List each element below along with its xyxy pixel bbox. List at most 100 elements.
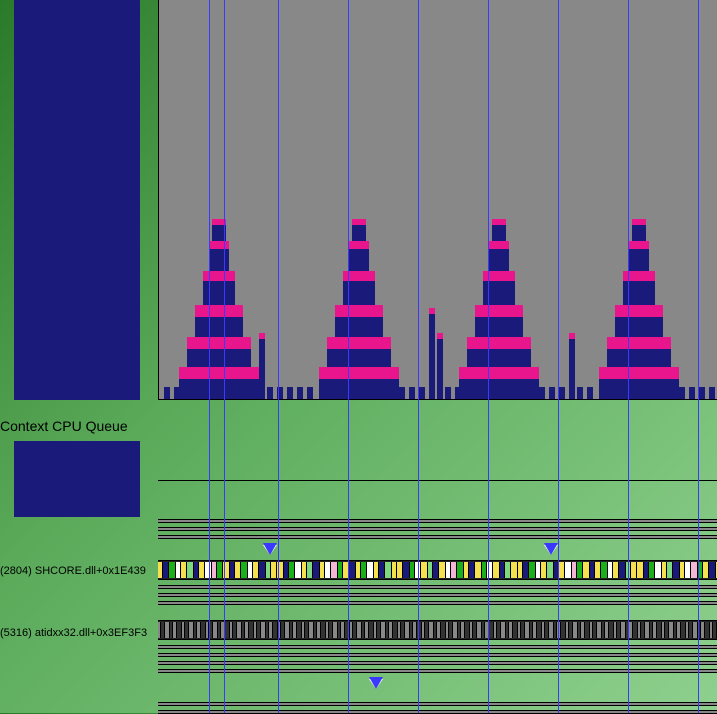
flame-bar-small[interactable] bbox=[539, 387, 545, 399]
segment[interactable] bbox=[295, 562, 302, 578]
thin-track[interactable] bbox=[158, 519, 717, 523]
thin-track[interactable] bbox=[158, 661, 717, 665]
flame-bar[interactable] bbox=[343, 271, 375, 281]
segment[interactable] bbox=[223, 562, 230, 578]
flame-bar[interactable] bbox=[327, 337, 391, 349]
segment[interactable] bbox=[475, 562, 482, 578]
flame-bar[interactable] bbox=[335, 317, 383, 337]
flame-bar-small[interactable] bbox=[559, 387, 565, 399]
flame-bar[interactable] bbox=[623, 281, 655, 305]
flame-bar[interactable] bbox=[343, 281, 375, 305]
flame-bar[interactable] bbox=[492, 225, 506, 241]
flame-bar[interactable] bbox=[483, 271, 515, 281]
flame-bar-small[interactable] bbox=[689, 387, 695, 399]
flame-bar-cap[interactable] bbox=[437, 333, 443, 339]
thread-track-1[interactable] bbox=[158, 560, 717, 580]
flame-bar[interactable] bbox=[607, 349, 671, 367]
flame-bar[interactable] bbox=[319, 367, 399, 379]
thin-track[interactable] bbox=[158, 593, 717, 597]
flame-bar[interactable] bbox=[632, 225, 646, 241]
thin-track[interactable] bbox=[158, 702, 717, 706]
segment[interactable] bbox=[205, 562, 212, 578]
flame-bar[interactable] bbox=[629, 241, 649, 249]
flame-bar[interactable] bbox=[327, 349, 391, 367]
flame-bar[interactable] bbox=[475, 317, 523, 337]
flame-bar[interactable] bbox=[467, 349, 531, 367]
segment[interactable] bbox=[511, 562, 518, 578]
flame-bar[interactable] bbox=[203, 281, 235, 305]
flame-bar[interactable] bbox=[459, 367, 539, 379]
thread-track-2[interactable] bbox=[158, 620, 717, 640]
flame-bar[interactable] bbox=[489, 241, 509, 249]
flame-bar[interactable] bbox=[195, 305, 243, 317]
thin-track[interactable] bbox=[158, 645, 717, 649]
segment[interactable] bbox=[367, 562, 374, 578]
flame-bar-small[interactable] bbox=[569, 339, 575, 399]
flame-bar[interactable] bbox=[203, 271, 235, 281]
flame-bar[interactable] bbox=[335, 305, 383, 317]
flame-bar[interactable] bbox=[615, 305, 663, 317]
flame-bar-small[interactable] bbox=[437, 339, 443, 399]
flame-bar[interactable] bbox=[629, 249, 649, 271]
flame-bar[interactable] bbox=[599, 379, 679, 399]
flame-bar[interactable] bbox=[319, 379, 399, 399]
segment[interactable] bbox=[457, 562, 464, 578]
flame-bar[interactable] bbox=[187, 337, 251, 349]
flame-bar[interactable] bbox=[187, 349, 251, 367]
flame-bar-small[interactable] bbox=[455, 387, 461, 399]
flame-bar[interactable] bbox=[179, 367, 259, 379]
segment[interactable] bbox=[331, 562, 338, 578]
segment[interactable] bbox=[691, 562, 698, 578]
segment[interactable] bbox=[655, 562, 662, 578]
flame-bar[interactable] bbox=[615, 317, 663, 337]
flame-bar[interactable] bbox=[467, 337, 531, 349]
flame-bar[interactable] bbox=[459, 379, 539, 399]
flame-bar-small[interactable] bbox=[174, 387, 180, 399]
flame-bar-small[interactable] bbox=[429, 314, 435, 399]
flame-bar[interactable] bbox=[212, 219, 226, 225]
segment[interactable] bbox=[259, 562, 266, 578]
flame-bar[interactable] bbox=[349, 249, 369, 271]
thin-track[interactable] bbox=[158, 710, 717, 714]
flame-bar[interactable] bbox=[349, 241, 369, 249]
flame-bar[interactable] bbox=[195, 317, 243, 337]
flame-bar[interactable] bbox=[489, 249, 509, 271]
time-marker-icon[interactable] bbox=[544, 545, 558, 555]
flame-bar[interactable] bbox=[352, 219, 366, 225]
segment[interactable] bbox=[187, 562, 194, 578]
thin-track[interactable] bbox=[158, 527, 717, 531]
segment[interactable] bbox=[637, 562, 644, 578]
segment[interactable] bbox=[583, 562, 590, 578]
segment[interactable] bbox=[601, 562, 608, 578]
segment[interactable] bbox=[385, 562, 392, 578]
segment[interactable] bbox=[673, 562, 680, 578]
segment[interactable] bbox=[713, 622, 717, 638]
segment[interactable] bbox=[619, 562, 626, 578]
flame-bar-small[interactable] bbox=[399, 387, 405, 399]
segment[interactable] bbox=[439, 562, 446, 578]
time-marker-icon[interactable] bbox=[263, 545, 277, 555]
segment[interactable] bbox=[169, 562, 176, 578]
time-marker-icon[interactable] bbox=[369, 679, 383, 689]
segment[interactable] bbox=[277, 562, 284, 578]
flame-bar[interactable] bbox=[492, 219, 506, 225]
flame-bar-small[interactable] bbox=[577, 387, 583, 399]
flame-bar[interactable] bbox=[483, 281, 515, 305]
segment[interactable] bbox=[547, 562, 554, 578]
segment[interactable] bbox=[313, 562, 320, 578]
flame-bar-small[interactable] bbox=[445, 387, 451, 399]
thin-track[interactable] bbox=[158, 535, 717, 539]
segment[interactable] bbox=[349, 562, 356, 578]
flame-bar-small[interactable] bbox=[409, 387, 415, 399]
flame-bar-small[interactable] bbox=[297, 387, 303, 399]
flame-bar-small[interactable] bbox=[709, 387, 715, 399]
thin-track[interactable] bbox=[158, 601, 717, 605]
flame-bar[interactable] bbox=[623, 271, 655, 281]
flame-bar[interactable] bbox=[179, 379, 259, 399]
flame-bar-small[interactable] bbox=[287, 387, 293, 399]
flame-bar[interactable] bbox=[209, 249, 229, 271]
segment[interactable] bbox=[529, 562, 536, 578]
flame-bar-small[interactable] bbox=[549, 387, 555, 399]
segment[interactable] bbox=[709, 562, 716, 578]
flame-bar-cap[interactable] bbox=[259, 333, 265, 339]
